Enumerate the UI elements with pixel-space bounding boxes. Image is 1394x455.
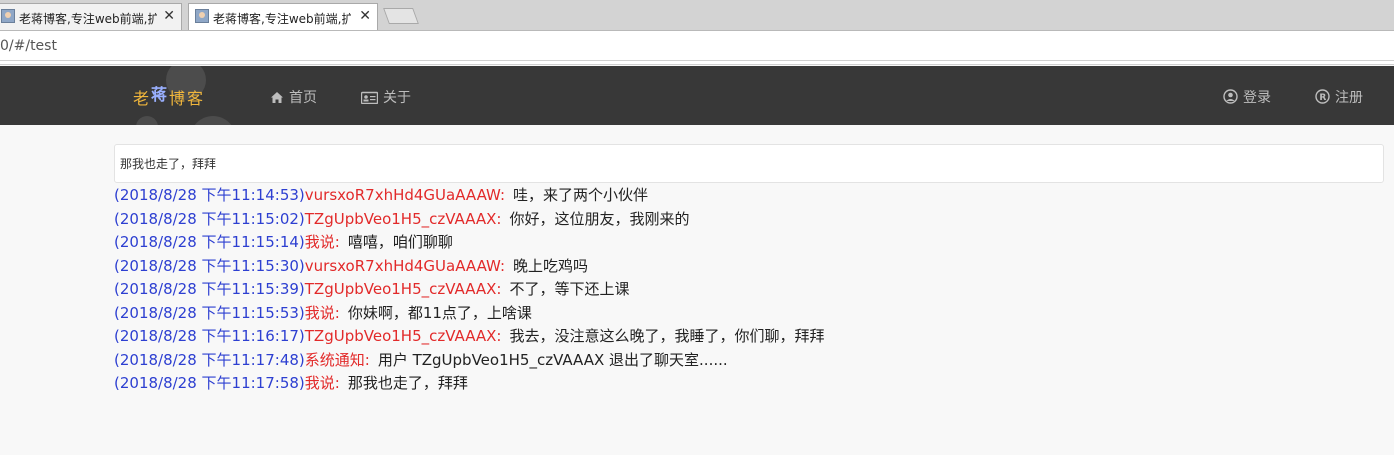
- tab-title: 老蒋博客,专注web前端,扩: [19, 12, 157, 26]
- close-tab-icon[interactable]: ✕: [163, 8, 175, 24]
- new-tab-button[interactable]: [383, 8, 419, 24]
- registered-icon: R: [1315, 89, 1330, 108]
- message-text: 我去，没注意这么晚了，我睡了，你们聊，拜拜: [509, 327, 825, 345]
- user-circle-icon: [1223, 89, 1238, 108]
- message-time: (2018/8/28 下午11:17:58): [114, 374, 305, 392]
- nav-register[interactable]: R 注册: [1315, 87, 1363, 108]
- url-text[interactable]: 0/#/test: [0, 38, 57, 54]
- browser-tab-active[interactable]: 老蒋博客,专注web前端,扩 ✕: [188, 3, 378, 30]
- message-time: (2018/8/28 下午11:15:02): [114, 209, 305, 228]
- message-text: 你妹啊，都11点了，上啥课: [347, 303, 532, 322]
- close-tab-icon[interactable]: ✕: [359, 8, 371, 24]
- chat-message: (2018/8/28 下午11:16:17)TZgUpbVeo1H5_czVAA…: [114, 325, 1374, 349]
- logo-char: 蒋: [151, 85, 170, 104]
- message-text: 晚上吃鸡吗: [513, 256, 589, 275]
- message-text: 哇，来了两个小伙伴: [513, 186, 649, 204]
- message-sender: vursxoR7xhHd4GUaAAAW:: [304, 256, 506, 275]
- address-bar[interactable]: 0/#/test: [0, 30, 1394, 65]
- message-time: (2018/8/28 下午11:16:17): [114, 327, 305, 345]
- message-sender: 我说:: [304, 374, 340, 392]
- message-text: 嘻嘻，咱们聊聊: [347, 233, 453, 251]
- message-sender: TZgUpbVeo1H5_czVAAAX:: [304, 327, 502, 345]
- chat-message-input[interactable]: [114, 144, 1384, 183]
- chat-message: (2018/8/28 下午11:17:48)系统通知: 用户 TZgUpbVeo1…: [114, 349, 1374, 373]
- message-sender: 我说:: [304, 303, 340, 322]
- message-time: (2018/8/28 下午11:15:53): [114, 303, 305, 322]
- chat-message-list: (2018/8/28 下午11:14:53)vursxoR7xhHd4GUaAA…: [114, 184, 1374, 396]
- message-time: (2018/8/28 下午11:17:48): [114, 350, 305, 369]
- browser-tab[interactable]: 老蒋博客,专注web前端,扩 ✕: [0, 3, 182, 30]
- chat-message: (2018/8/28 下午11:14:53)vursxoR7xhHd4GUaAA…: [114, 184, 1374, 208]
- nav-register-label: 注册: [1335, 90, 1363, 106]
- chat-message: (2018/8/28 下午11:15:02)TZgUpbVeo1H5_czVAA…: [114, 208, 1374, 232]
- message-time: (2018/8/28 下午11:15:39): [114, 280, 305, 298]
- nav-about[interactable]: 关于: [360, 87, 411, 108]
- nav-login-label: 登录: [1243, 90, 1271, 106]
- nav-home-label: 首页: [289, 90, 317, 106]
- decorative-bubble: [136, 116, 158, 125]
- message-sender: vursxoR7xhHd4GUaAAAW:: [304, 186, 506, 204]
- site-logo[interactable]: 老蒋博客: [133, 85, 205, 109]
- chat-message: (2018/8/28 下午11:15:14)我说: 嘻嘻，咱们聊聊: [114, 231, 1374, 255]
- message-time: (2018/8/28 下午11:15:14): [114, 233, 305, 251]
- message-sender: TZgUpbVeo1H5_czVAAAX:: [304, 280, 502, 298]
- chat-message: (2018/8/28 下午11:15:30)vursxoR7xhHd4GUaAA…: [114, 255, 1374, 279]
- svg-text:R: R: [1319, 93, 1326, 103]
- message-time: (2018/8/28 下午11:15:30): [114, 256, 305, 275]
- browser-tab-strip: 老蒋博客,专注web前端,扩 ✕ 老蒋博客,专注web前端,扩 ✕: [0, 0, 1394, 30]
- message-sender: 系统通知:: [304, 350, 370, 369]
- home-icon: [270, 91, 284, 108]
- chat-message: (2018/8/28 下午11:15:39)TZgUpbVeo1H5_czVAA…: [114, 278, 1374, 302]
- nav-about-label: 关于: [383, 90, 411, 106]
- message-time: (2018/8/28 下午11:14:53): [114, 186, 305, 204]
- nav-home[interactable]: 首页: [270, 87, 317, 108]
- site-favicon-icon: [195, 9, 209, 23]
- message-sender: TZgUpbVeo1H5_czVAAAX:: [304, 209, 502, 228]
- message-sender: 我说:: [304, 233, 340, 251]
- message-text: 不了，等下还上课: [509, 280, 630, 298]
- message-text: 你好，这位朋友，我刚来的: [509, 209, 690, 228]
- tab-title: 老蒋博客,专注web前端,扩: [213, 12, 351, 26]
- divider: [0, 60, 1394, 61]
- message-text: 那我也走了，拜拜: [347, 374, 468, 392]
- nav-login[interactable]: 登录: [1223, 87, 1271, 108]
- id-card-icon: [360, 91, 379, 108]
- chat-message: (2018/8/28 下午11:15:53)我说: 你妹啊，都11点了，上啥课: [114, 302, 1374, 326]
- site-navbar: 老蒋博客 首页 关于 登录 R 注册: [0, 66, 1394, 125]
- site-favicon-icon: [1, 9, 15, 23]
- logo-char: 博客: [169, 89, 206, 108]
- chat-message: (2018/8/28 下午11:17:58)我说: 那我也走了，拜拜: [114, 372, 1374, 396]
- logo-char: 老: [133, 89, 152, 108]
- decorative-bubble: [190, 116, 236, 125]
- message-text: 用户 TZgUpbVeo1H5_czVAAAX 退出了聊天室......: [377, 350, 728, 369]
